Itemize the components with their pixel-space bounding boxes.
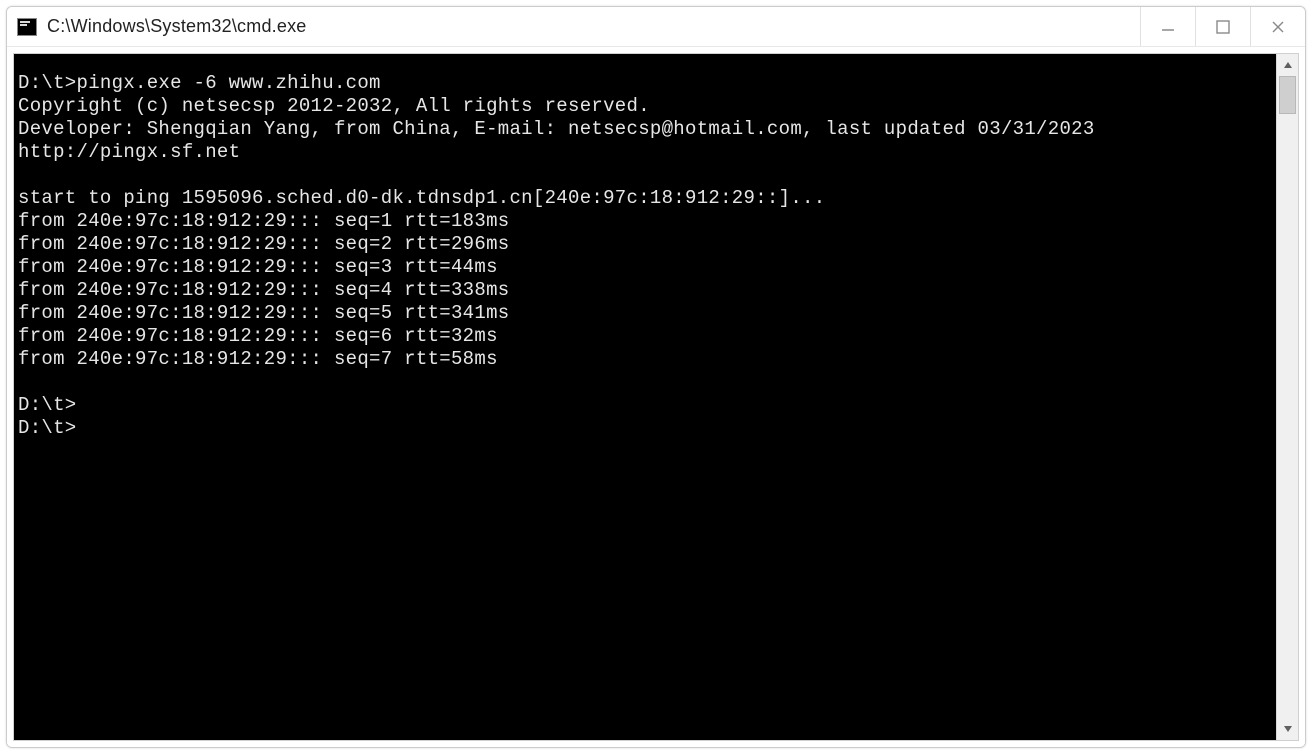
titlebar[interactable]: C:\Windows\System32\cmd.exe — [7, 7, 1305, 47]
scroll-thumb[interactable] — [1279, 76, 1296, 114]
maximize-button[interactable] — [1195, 7, 1250, 46]
chevron-up-icon — [1283, 60, 1293, 70]
maximize-icon — [1214, 18, 1232, 36]
cmd-icon — [17, 18, 37, 36]
terminal[interactable]: D:\t>pingx.exe -6 www.zhihu.com Copyrigh… — [14, 54, 1276, 740]
chevron-down-icon — [1283, 724, 1293, 734]
minimize-button[interactable] — [1140, 7, 1195, 46]
cmd-window: C:\Windows\System32\cmd.exe D:\t>pingx.e… — [6, 6, 1306, 748]
client-area: D:\t>pingx.exe -6 www.zhihu.com Copyrigh… — [7, 47, 1305, 747]
scroll-track[interactable] — [1277, 76, 1298, 718]
close-icon — [1269, 18, 1287, 36]
minimize-icon — [1159, 18, 1177, 36]
scroll-up-button[interactable] — [1277, 54, 1298, 76]
close-button[interactable] — [1250, 7, 1305, 46]
terminal-wrap: D:\t>pingx.exe -6 www.zhihu.com Copyrigh… — [13, 53, 1299, 741]
scroll-down-button[interactable] — [1277, 718, 1298, 740]
window-controls — [1140, 7, 1305, 46]
scrollbar[interactable] — [1276, 54, 1298, 740]
window-title: C:\Windows\System32\cmd.exe — [47, 16, 306, 37]
